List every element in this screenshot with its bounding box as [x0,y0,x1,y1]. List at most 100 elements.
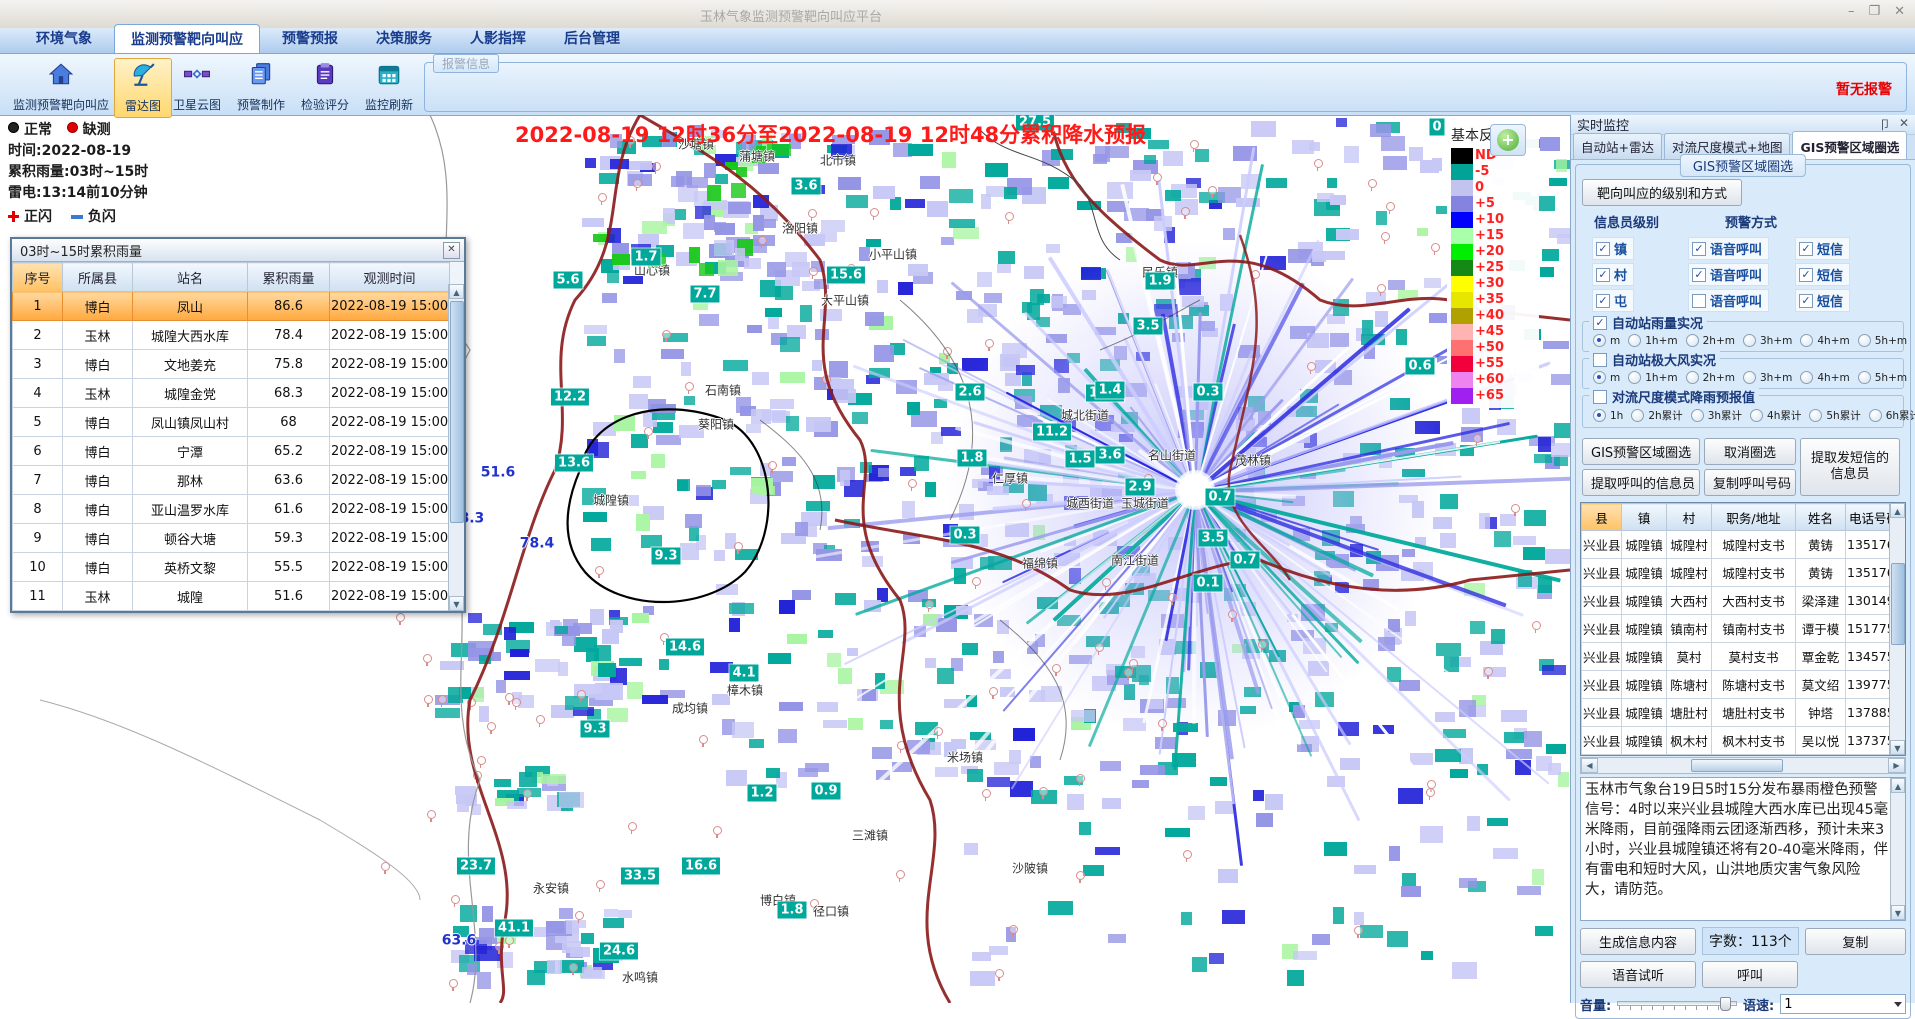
rain-table-scrollbar[interactable]: ▲ ▼ [448,284,464,611]
scroll-down-icon[interactable]: ▼ [449,596,464,611]
scroll-up-icon[interactable]: ▲ [1890,503,1905,518]
voice-preview-button[interactable]: 语音试听 [1580,961,1696,988]
contacts-header[interactable]: 村 [1667,504,1712,531]
contact-row[interactable]: 兴业县城隍镇塘肚村塘肚村支书钟塔137885534 [1582,699,1903,727]
radio-1h+m[interactable] [1628,334,1641,347]
checkbox-icon[interactable]: ✓ [1799,294,1813,308]
radio-3h+m[interactable] [1743,334,1756,347]
table-row[interactable]: 8博白亚山温罗水库61.62022-08-19 15:00 [13,495,450,524]
rain-table-header[interactable]: 累积雨量 [248,263,330,292]
radio-5h+m[interactable] [1858,334,1871,347]
warning-message-text[interactable]: 玉林市气象台19日5时15分发布暴雨橙色预警信号：4时以来兴业县城隍大西水库已出… [1585,780,1889,918]
radio-1h+m[interactable] [1628,371,1641,384]
rain-table-header[interactable]: 序号 [13,263,63,292]
contacts-header[interactable]: 姓名 [1796,504,1846,531]
table-row[interactable]: 4玉林城隍金党68.32022-08-19 15:00 [13,379,450,408]
toolbar-button-home[interactable]: 监测预警靶向叫应 [8,58,114,116]
rain-table-header[interactable]: 所属县 [63,263,133,292]
level-checkbox-村[interactable]: ✓村 [1592,263,1634,286]
table-row[interactable]: 10博白英桥文黎55.52022-08-19 15:00 [13,553,450,582]
radio-2h累计[interactable] [1631,409,1644,422]
checkbox-icon[interactable]: ✓ [1692,268,1706,282]
warning-message-box[interactable]: 玉林市气象台19日5时15分发布暴雨橙色预警信号：4时以来兴业县城隍大西水库已出… [1580,777,1906,921]
contact-row[interactable]: 兴业县城隍镇镇南村镇南村支书谭于模151775946 [1582,615,1903,643]
menu-tab-1[interactable]: 环境气象 [20,24,108,53]
maximize-button[interactable]: ❐ [1868,4,1880,19]
radio-1h[interactable] [1593,409,1606,422]
contact-row[interactable]: 兴业县城隍镇城隍村城隍村支书黄铸135176975 [1582,559,1903,587]
menu-tab-3[interactable]: 预警预报 [266,24,354,53]
table-row[interactable]: 11玉林城隍51.62022-08-19 15:00 [13,582,450,611]
panel-tab-1[interactable]: 自动站+雷达 [1573,133,1662,159]
checkbox-icon[interactable]: ✓ [1596,294,1610,308]
message-scrollbar[interactable]: ▲ ▼ [1890,778,1905,920]
table-row[interactable]: 7博白那林63.62022-08-19 15:00 [13,466,450,495]
checkbox-icon[interactable] [1593,390,1607,404]
radio-m[interactable] [1593,334,1606,347]
cancel-select-button[interactable]: 取消圈选 [1704,438,1796,465]
checkbox-icon[interactable]: ✓ [1593,316,1607,330]
contacts-header[interactable]: 职务/地址 [1712,504,1796,531]
voice-call-checkbox[interactable]: 语音呼叫 [1688,289,1769,312]
scroll-left-icon[interactable]: ◀ [1581,758,1598,773]
call-button[interactable]: 呼叫 [1702,961,1798,988]
panel-tab-3[interactable]: GIS预警区域圈选 [1792,131,1907,159]
radio-3h+m[interactable] [1743,371,1756,384]
toolbar-button-satellite[interactable]: 卫星云图 [168,58,226,116]
contact-row[interactable]: 兴业县城隍镇莫村莫村支书覃金乾134575405 [1582,643,1903,671]
radio-5h累计[interactable] [1809,409,1822,422]
table-row[interactable]: 5博白凤山镇凤山村682022-08-19 15:00 [13,408,450,437]
checkbox-icon[interactable]: ✓ [1596,268,1610,282]
rain-panel-close-icon[interactable]: ✕ [443,242,460,259]
radio-2h+m[interactable] [1686,334,1699,347]
radio-3h累计[interactable] [1691,409,1704,422]
copy-call-numbers-button[interactable]: 复制呼叫号码 [1704,469,1796,496]
contacts-hscrollbar[interactable]: ◀ ▶ [1580,757,1906,774]
rain-table-header[interactable]: 观测时间 [330,263,450,292]
speech-speed-select[interactable]: 1 [1780,994,1906,1014]
contact-row[interactable]: 兴业县城隍镇陈塘村陈塘村支书莫文绍139775796 [1582,671,1903,699]
extract-call-informers-button[interactable]: 提取呼叫的信息员 [1582,469,1700,496]
menu-tab-6[interactable]: 后台管理 [548,24,636,53]
table-row[interactable]: 6博白宁潭65.22022-08-19 15:00 [13,437,450,466]
scroll-down-icon[interactable]: ▼ [1891,905,1905,920]
voice-call-checkbox[interactable]: ✓语音呼叫 [1688,263,1769,286]
rain-table-header[interactable]: 站名 [133,263,248,292]
contact-row[interactable]: 兴业县城隍镇城隍村城隍村支书黄铸135176975 [1582,531,1903,559]
radio-4h+m[interactable] [1800,371,1813,384]
table-row[interactable]: 1博白凤山86.62022-08-19 15:00 [13,292,450,321]
call-level-mode-button[interactable]: 靶向叫应的级别和方式 [1582,179,1742,206]
checkbox-icon[interactable] [1593,353,1607,367]
radio-m[interactable] [1593,371,1606,384]
scroll-down-icon[interactable]: ▼ [1890,740,1905,755]
voice-call-checkbox[interactable]: ✓语音呼叫 [1688,237,1769,260]
contact-row[interactable]: 兴业县城隍镇枫木村枫木村支书吴以悦137375511 [1582,727,1903,755]
copy-button[interactable]: 复制 [1805,928,1906,955]
volume-slider-thumb[interactable] [1720,997,1731,1011]
contacts-scrollbar[interactable]: ▲ ▼ [1889,503,1905,755]
sms-checkbox[interactable]: ✓短信 [1795,237,1850,260]
checkbox-icon[interactable]: ✓ [1799,242,1813,256]
menu-tab-5[interactable]: 人影指挥 [454,24,542,53]
volume-slider[interactable] [1617,997,1737,1011]
scroll-up-icon[interactable]: ▲ [1891,778,1905,793]
table-row[interactable]: 3博白文地姜充75.82022-08-19 15:00 [13,350,450,379]
radio-2h+m[interactable] [1686,371,1699,384]
minimize-button[interactable]: – [1848,4,1855,19]
extract-sms-informers-button[interactable]: 提取发短信的信息员 [1800,438,1900,496]
toolbar-button-clipboard[interactable]: 检验评分 [296,58,354,116]
table-row[interactable]: 9博白顿谷大塘59.32022-08-19 15:00 [13,524,450,553]
scroll-up-icon[interactable]: ▲ [449,284,464,299]
checkbox-icon[interactable]: ✓ [1799,268,1813,282]
map-zoom-in-button[interactable]: + [1490,124,1526,156]
contact-row[interactable]: 兴业县城隍镇大西村大西村支书梁泽建130149571 [1582,587,1903,615]
radio-5h+m[interactable] [1858,371,1871,384]
gis-circle-select-button[interactable]: GIS预警区域圈选 [1582,438,1700,465]
checkbox-icon[interactable]: ✓ [1596,242,1610,256]
sms-checkbox[interactable]: ✓短信 [1795,263,1850,286]
toolbar-button-calendar[interactable]: 监控刷新 [360,58,418,116]
radio-6h累计[interactable] [1869,409,1882,422]
checkbox-icon[interactable]: ✓ [1692,242,1706,256]
level-checkbox-屯[interactable]: ✓屯 [1592,289,1634,312]
close-button[interactable]: ✕ [1894,4,1905,19]
